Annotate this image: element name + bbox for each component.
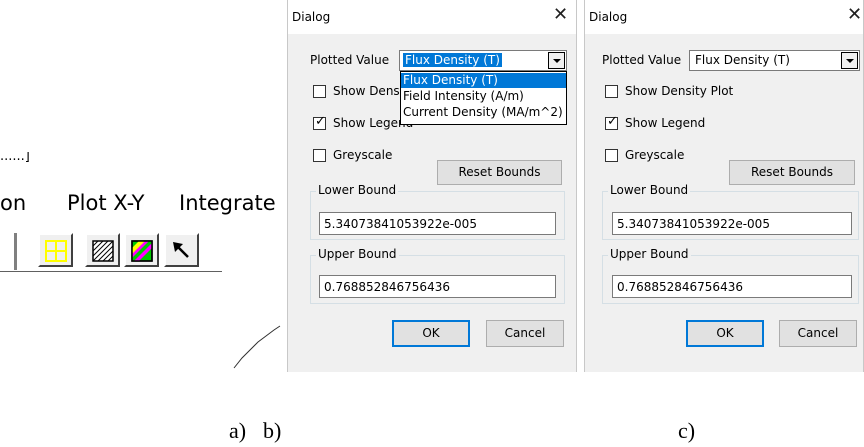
density-plot-icon bbox=[131, 240, 153, 262]
title-bar: Dialog ✕ bbox=[288, 0, 576, 34]
lower-bound-input[interactable]: 5.34073841053922e-005 bbox=[612, 212, 852, 235]
toolbar-separator bbox=[14, 233, 18, 270]
close-icon[interactable]: ✕ bbox=[847, 6, 862, 24]
lower-bound-input[interactable]: 5.34073841053922e-005 bbox=[319, 212, 556, 235]
contour-plot-icon bbox=[45, 240, 67, 262]
plotted-value-dropdown-list: Flux Density (T) Field Intensity (A/m) C… bbox=[400, 71, 567, 125]
ok-button[interactable]: OK bbox=[392, 320, 470, 347]
cancel-button[interactable]: Cancel bbox=[779, 320, 857, 347]
plotted-value-select[interactable]: Flux Density (T) bbox=[399, 50, 567, 71]
reset-bounds-button[interactable]: Reset Bounds bbox=[729, 160, 855, 185]
hatch-plot-button[interactable] bbox=[85, 233, 120, 267]
upper-bound-label: Upper Bound bbox=[316, 247, 399, 261]
dialog-title: Dialog bbox=[589, 10, 628, 24]
dropdown-option-flux-density[interactable]: Flux Density (T) bbox=[401, 73, 566, 88]
hatch-plot-icon bbox=[92, 240, 114, 262]
check-icon: ✓ bbox=[607, 114, 618, 129]
plotted-value-select[interactable]: Flux Density (T) bbox=[689, 50, 860, 71]
upper-bound-input[interactable]: 0.768852846756436 bbox=[612, 275, 852, 298]
greyscale-label: Greyscale bbox=[333, 148, 393, 162]
caption-a: a) bbox=[229, 418, 247, 443]
plot-curve-fragment bbox=[233, 325, 281, 369]
dialog-b: Dialog ✕ Plotted Value Flux Density (T) … bbox=[287, 0, 577, 372]
upper-bound-input[interactable]: 0.768852846756436 bbox=[319, 275, 556, 298]
plotted-value-label: Plotted Value bbox=[310, 53, 390, 67]
show-legend-checkbox[interactable]: ✓ bbox=[605, 114, 618, 130]
greyscale-checkbox[interactable] bbox=[605, 149, 618, 162]
dropdown-option-field-intensity[interactable]: Field Intensity (A/m) bbox=[401, 89, 566, 104]
close-icon[interactable]: ✕ bbox=[553, 6, 568, 24]
chevron-down-icon[interactable] bbox=[548, 52, 565, 69]
show-density-checkbox[interactable] bbox=[313, 85, 326, 98]
plotted-value-current: Flux Density (T) bbox=[695, 53, 790, 67]
density-plot-button[interactable] bbox=[124, 233, 159, 267]
cancel-button[interactable]: Cancel bbox=[486, 320, 564, 347]
arrow-select-button[interactable] bbox=[164, 233, 199, 267]
arrow-select-icon bbox=[173, 242, 189, 258]
reset-bounds-button[interactable]: Reset Bounds bbox=[437, 160, 562, 185]
toolbar bbox=[0, 231, 222, 272]
chevron-down-icon[interactable] bbox=[841, 52, 858, 69]
show-density-label: Show Dens bbox=[333, 84, 400, 98]
plotted-value-current: Flux Density (T) bbox=[403, 53, 502, 67]
upper-bound-label: Upper Bound bbox=[608, 247, 691, 261]
lower-bound-label: Lower Bound bbox=[608, 183, 691, 197]
dropdown-option-current-density[interactable]: Current Density (MA/m^2) bbox=[401, 105, 566, 120]
window-title-fragment: ......] bbox=[0, 152, 30, 162]
dialog-c: Dialog ✕ Plotted Value Flux Density (T) … bbox=[584, 0, 864, 372]
greyscale-label: Greyscale bbox=[625, 148, 685, 162]
menu-item-fragment[interactable]: on bbox=[0, 191, 26, 221]
menu-item-integrate[interactable]: Integrate bbox=[179, 191, 276, 221]
show-legend-label: Show Legend bbox=[625, 116, 706, 130]
show-density-checkbox[interactable] bbox=[605, 85, 618, 98]
dialog-title: Dialog bbox=[292, 10, 331, 24]
show-legend-checkbox[interactable]: ✓ bbox=[313, 114, 326, 130]
show-density-label: Show Density Plot bbox=[625, 84, 734, 98]
title-bar: Dialog ✕ bbox=[585, 0, 863, 34]
caption-b: b) bbox=[263, 418, 282, 443]
lower-bound-label: Lower Bound bbox=[316, 183, 399, 197]
ok-button[interactable]: OK bbox=[686, 320, 764, 347]
caption-c: c) bbox=[678, 418, 696, 443]
check-icon: ✓ bbox=[315, 114, 326, 129]
contour-plot-button[interactable] bbox=[38, 233, 73, 267]
greyscale-checkbox[interactable] bbox=[313, 149, 326, 162]
plotted-value-label: Plotted Value bbox=[602, 53, 682, 67]
menu-item-plot-xy[interactable]: Plot X-Y bbox=[67, 191, 145, 221]
